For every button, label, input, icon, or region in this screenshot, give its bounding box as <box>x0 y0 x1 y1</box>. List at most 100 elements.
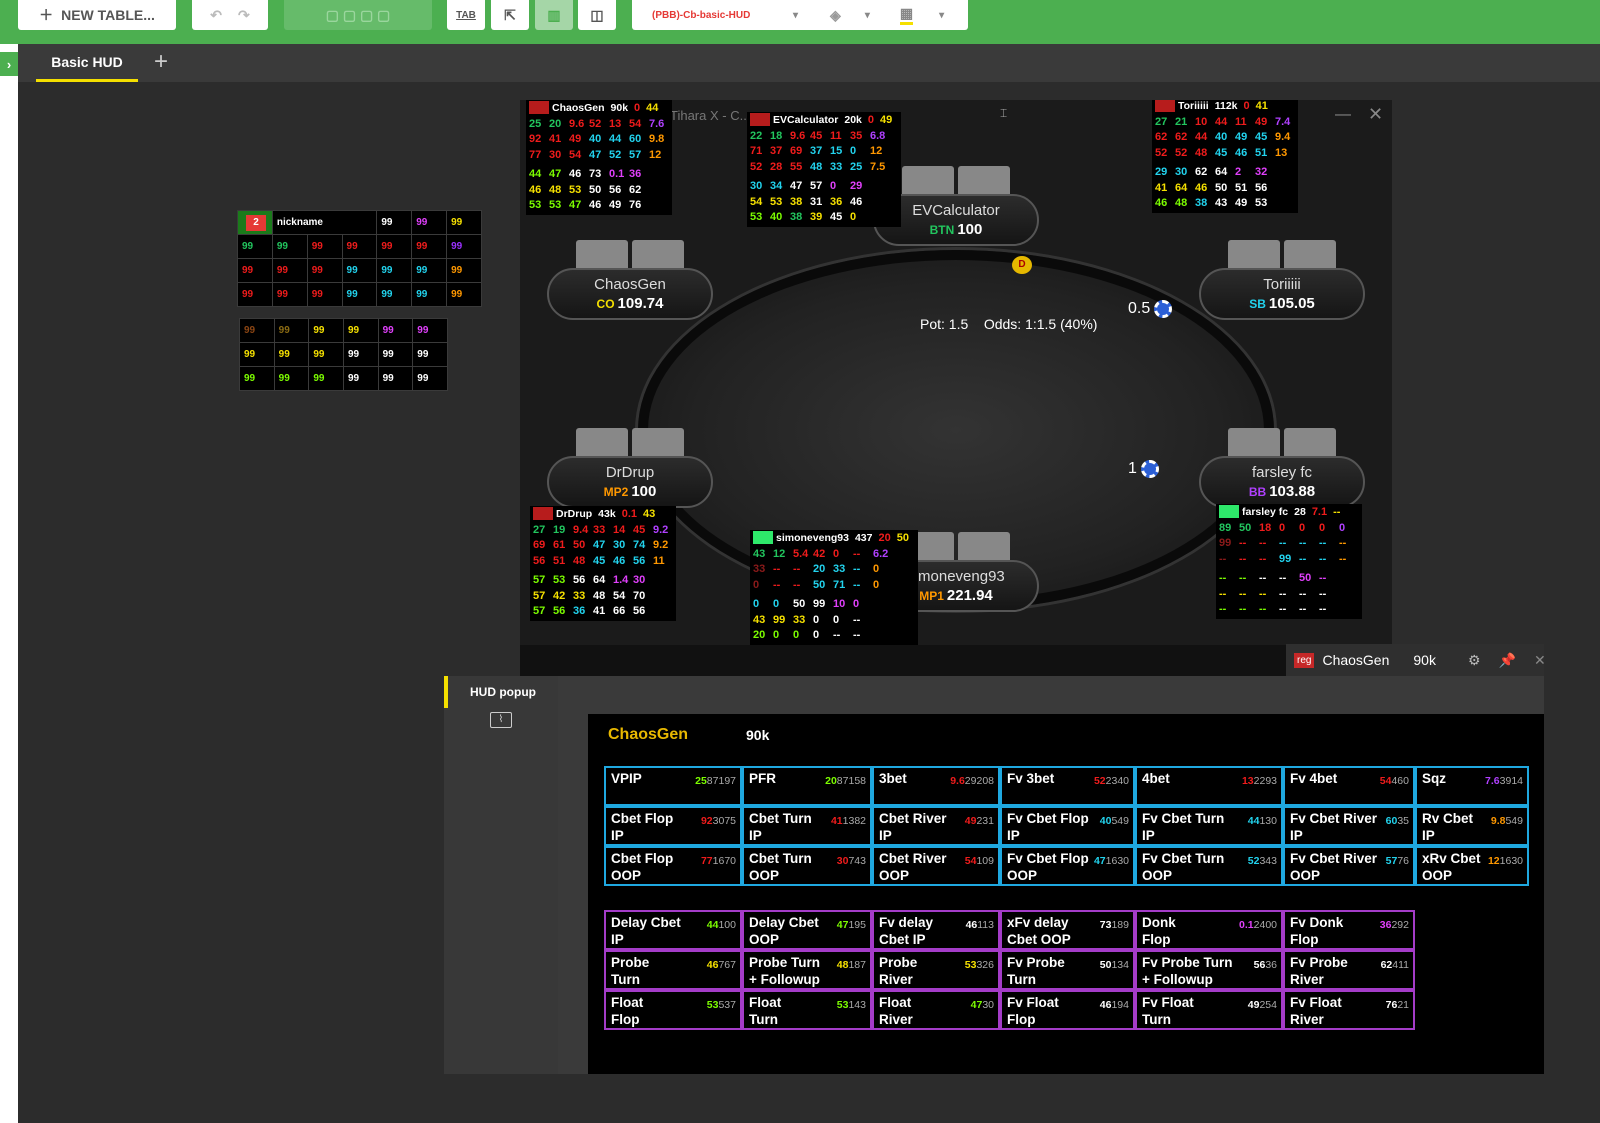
popup-header[interactable]: reg ChaosGen 90k ⚙ 📌 ✕ <box>1286 644 1546 676</box>
hud-stat: 71 <box>750 145 763 157</box>
hud-stat: 33 <box>753 563 766 575</box>
stat-cell[interactable]: Fv Donk Flop 36292 <box>1283 910 1415 950</box>
stat-cell[interactable]: Fv Probe Turn 50134 <box>1000 950 1135 990</box>
split-view-icon[interactable]: ◫ <box>578 0 616 30</box>
chart-icon[interactable]: ⌇ <box>490 712 512 728</box>
close-icon[interactable]: ✕ <box>1368 104 1383 125</box>
stat-cell[interactable]: Delay Cbet IP 44100 <box>604 910 742 950</box>
stat-cell[interactable]: xRv Cbet OOP 121630 <box>1415 846 1529 886</box>
bet-chips: 0.5 <box>1128 300 1173 318</box>
close-icon[interactable]: ✕ <box>1534 652 1546 669</box>
tab-basic-hud[interactable]: Basic HUD <box>36 44 138 82</box>
stat-cell[interactable]: Probe River 53326 <box>872 950 1000 990</box>
minimize-icon[interactable]: — <box>1335 106 1351 124</box>
card-back <box>576 240 628 270</box>
hud-stat: 56 <box>1255 181 1268 194</box>
seat-chaosgen[interactable]: ChaosGen CO 109.74 <box>547 268 713 320</box>
stat-cell[interactable]: Fv 4bet 54460 <box>1283 766 1415 806</box>
hud-stat: 52 <box>609 148 622 161</box>
stat-cell[interactable]: Fv delay Cbet IP 46113 <box>872 910 1000 950</box>
stat-cell[interactable]: Cbet River OOP 54109 <box>872 846 1000 886</box>
stat-cell[interactable]: Donk Flop 0.12400 <box>1135 910 1283 950</box>
player-hud[interactable]: EVCalculator 20k 0 49 22 18 9.6 45 11 35 6.8 71 37 69… <box>747 112 902 227</box>
stat-cell[interactable]: Probe Turn + Followup 48187 <box>742 950 872 990</box>
seat-drdrup[interactable]: DrDrup MP2 100 <box>547 456 713 508</box>
stat-cell[interactable]: Float Turn 53143 <box>742 990 872 1030</box>
stat-cell[interactable]: Fv Float River 7621 <box>1283 990 1415 1030</box>
hud-stat: 9.8 <box>649 133 665 145</box>
redo-icon[interactable]: ↷ <box>238 7 250 24</box>
hud-stat: -- <box>773 563 781 575</box>
sample-hud-panel[interactable]: 2 nickname 99 99 99 99 99 99 99 99 99 99 99 99 99… <box>237 210 482 307</box>
stat-cell[interactable]: Fv Float Turn 49254 <box>1135 990 1283 1030</box>
grid-icon[interactable]: ▦ <box>899 5 914 25</box>
stat-cell[interactable]: Fv Cbet Flop OOP 471630 <box>1000 846 1135 886</box>
hud-stat: 9.2 <box>653 539 669 551</box>
stat-cell[interactable]: Fv Probe River 62411 <box>1283 950 1415 990</box>
hud-stat: 62 <box>1195 166 1208 178</box>
stat-cell[interactable]: Fv Probe Turn + Followup 5636 <box>1135 950 1283 990</box>
player-hud[interactable]: ChaosGen 90k 0 44 25 20 9.6 52 13 54 7.6 92 41 49 40 44… <box>526 100 672 215</box>
hud-stat: 47 <box>790 180 803 192</box>
stat-cell[interactable]: Delay Cbet OOP 47195 <box>742 910 872 950</box>
stat-cell[interactable]: 4bet 132293 <box>1135 766 1283 806</box>
poker-table-window[interactable]: Tihara X - C... ⌶ — ✕ Pot: 1.5 Odds: 1:1… <box>520 100 1392 680</box>
stat-cell[interactable]: Cbet Flop OOP 771670 <box>604 846 742 886</box>
stat-cell[interactable]: Fv Cbet Turn IP 44130 <box>1135 806 1283 846</box>
stat-cell: 99 <box>377 366 414 391</box>
undo-icon[interactable]: ↶ <box>210 7 222 24</box>
stat-cell[interactable]: Cbet Flop IP 923075 <box>604 806 742 846</box>
fill-icon[interactable]: ◈ <box>830 7 841 24</box>
sample-hud-panel-2[interactable]: 99 99 99 99 99 99 99 99 99 99 99 99 99 99 99 99 99 99 <box>239 318 448 391</box>
player-hud[interactable]: simoneveng93 437 20 50 43 12 5.4 42 0 -- 6.2 33 -- --… <box>750 530 918 645</box>
stat-label: Fv Float River <box>1290 995 1342 1027</box>
hud-stat: 46 <box>569 168 582 180</box>
seat-farsley-fc[interactable]: farsley fc BB 103.88 <box>1199 456 1365 508</box>
cursor-tool-icon[interactable]: ⇱ <box>491 0 529 30</box>
stat-cell[interactable]: Rv Cbet IP 9.8549 <box>1415 806 1529 846</box>
columns-icon[interactable]: ▥ <box>535 0 573 30</box>
hud-selector[interactable]: (PBB)-Cb-basic-HUD ▾ ◈ ▾ ▦ ▾ <box>632 0 968 30</box>
stat-cell[interactable]: Cbet Turn IP 411382 <box>742 806 872 846</box>
hud-popup-window: HUD popup ⌇ ChaosGen 90k VPIP 2587197 PFR 2… <box>444 676 1544 1074</box>
pin-icon[interactable]: 📌 <box>1499 652 1516 669</box>
stat-cell[interactable]: Float River 4730 <box>872 990 1000 1030</box>
seat-toriiiii[interactable]: Toriiiii SB 105.05 <box>1199 268 1365 320</box>
chevron-right-icon[interactable]: › <box>0 52 18 76</box>
add-tab-icon[interactable]: + <box>154 48 168 76</box>
stat-cell[interactable]: PFR 2087158 <box>742 766 872 806</box>
hud-stat: -- <box>1299 587 1307 600</box>
chevron-down-icon[interactable]: ▾ <box>939 10 944 21</box>
stat-cell[interactable]: 3bet 9.629208 <box>872 766 1000 806</box>
stat-cell[interactable]: Probe Turn 46767 <box>604 950 742 990</box>
stat-cell[interactable]: VPIP 2587197 <box>604 766 742 806</box>
hud-stat: 61 <box>553 539 566 551</box>
stat-cell[interactable]: Fv 3bet 522340 <box>1000 766 1135 806</box>
stat-cell[interactable]: Fv Float Flop 46194 <box>1000 990 1135 1030</box>
stat-cell[interactable]: Fv Cbet Turn OOP 52343 <box>1135 846 1283 886</box>
hud-stat: 0 <box>773 598 780 610</box>
stat-cell[interactable]: Float Flop 53537 <box>604 990 742 1030</box>
hud-stat: 54 <box>613 589 626 602</box>
popup-sidebar: HUD popup ⌇ <box>444 676 558 1074</box>
hud-stat: 99 <box>1219 537 1232 549</box>
tab-button[interactable]: TAB <box>447 0 485 30</box>
new-table-button[interactable]: ＋ NEW TABLE... <box>18 0 176 30</box>
stat-cell[interactable]: Sqz 7.63914 <box>1415 766 1529 806</box>
chevron-down-icon[interactable]: ▾ <box>865 10 870 21</box>
gear-icon[interactable]: ⚙ <box>1468 652 1481 669</box>
stat-cell: 99 <box>308 366 344 391</box>
player-hud[interactable]: farsley fc 28 7.1 -- 89 50 18 0 0 0 0 99 -- -- -- -- -- -… <box>1216 504 1362 619</box>
stat-cell[interactable]: Fv Cbet River IP 6035 <box>1283 806 1415 846</box>
stat-cell[interactable]: Fv Cbet Flop IP 40549 <box>1000 806 1135 846</box>
chevron-down-icon[interactable]: ▾ <box>793 10 798 21</box>
hud-stat: -- <box>833 629 841 641</box>
stat-cell[interactable]: xFv delay Cbet OOP 73189 <box>1000 910 1135 950</box>
hud-popup-tab[interactable]: HUD popup <box>444 676 558 708</box>
player-hud[interactable]: Toriiiii 112k 0 41 27 21 10 44 11 49 7.4 62 62 44 40 49… <box>1152 100 1298 213</box>
stat-cell: 99 <box>341 234 378 259</box>
stat-cell[interactable]: Cbet River IP 49231 <box>872 806 1000 846</box>
stat-cell[interactable]: Fv Cbet River OOP 5776 <box>1283 846 1415 886</box>
player-hud[interactable]: DrDrup 43k 0.1 43 27 19 9.4 33 14 45 9.2 69 61 50 47 30… <box>530 506 676 621</box>
stat-cell[interactable]: Cbet Turn OOP 30743 <box>742 846 872 886</box>
